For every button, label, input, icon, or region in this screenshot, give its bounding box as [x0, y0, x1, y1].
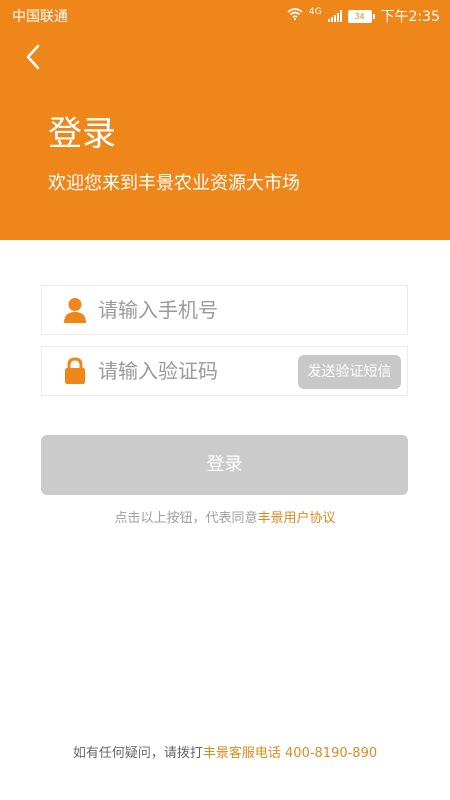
network-type-label: 4G [308, 7, 322, 17]
signal-icon [327, 10, 342, 22]
phone-field [41, 285, 408, 335]
agreement-notice: 点击以上按钮，代表同意丰景用户协议 [0, 508, 450, 530]
status-indicators: 4G 34 下午2:35 [287, 6, 440, 26]
user-agreement-link[interactable]: 丰景用户协议 [258, 511, 336, 526]
phone-input[interactable] [98, 292, 328, 328]
wifi-icon [287, 8, 303, 24]
agreement-text: 点击以上按钮，代表同意 [114, 511, 258, 526]
clock-label: 下午2:35 [380, 9, 440, 25]
user-icon [62, 297, 88, 323]
support-text: 如有任何疑问，请拨打 [72, 746, 203, 761]
support-phone-link[interactable]: 丰景客服电话 400-8190-890 [203, 746, 377, 761]
support-footer: 如有任何疑问，请拨打丰景客服电话 400-8190-890 [0, 743, 450, 765]
code-input[interactable] [98, 353, 328, 389]
back-button[interactable] [18, 44, 48, 74]
status-bar: 中国联通 4G 34 下午2:35 [0, 0, 450, 32]
code-field: 发送验证短信 [41, 346, 408, 396]
header-banner: 中国联通 4G 34 下午2:35 登录 欢迎您来到丰景农业资源大市场 [0, 0, 450, 240]
send-code-button[interactable]: 发送验证短信 [298, 355, 401, 389]
battery-level: 34 [347, 9, 372, 23]
page-subtitle: 欢迎您来到丰景农业资源大市场 [48, 173, 300, 194]
lock-icon [62, 357, 88, 384]
page-title: 登录 [48, 114, 116, 154]
login-button[interactable]: 登录 [41, 435, 408, 495]
carrier-label: 中国联通 [12, 9, 68, 25]
login-screen: 中国联通 4G 34 下午2:35 登录 欢迎您来到丰景农业资源大市场 请输入手… [0, 0, 450, 800]
battery-icon: 34 [347, 9, 375, 23]
chevron-left-icon [25, 44, 41, 74]
